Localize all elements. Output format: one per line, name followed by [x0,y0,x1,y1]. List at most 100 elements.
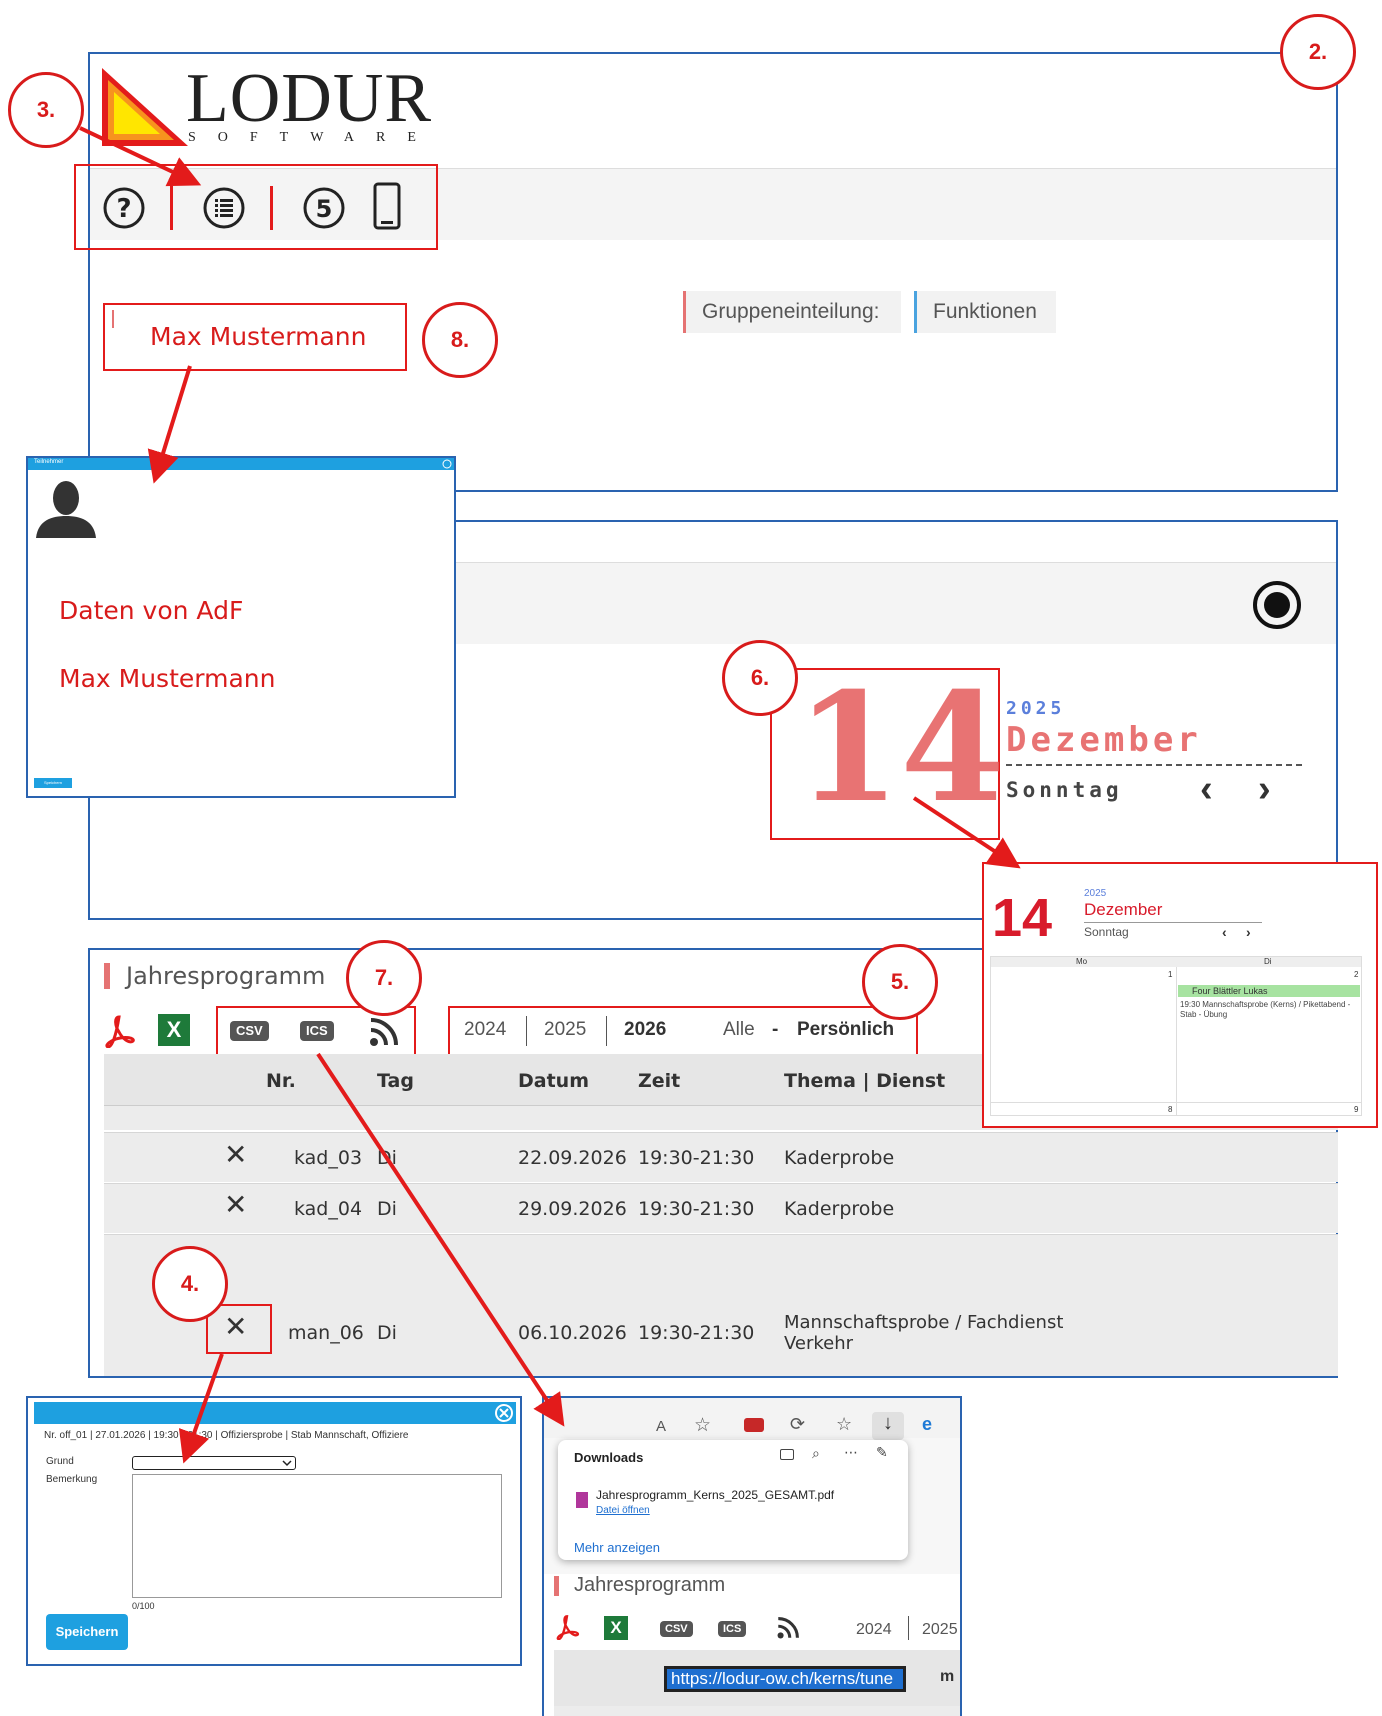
cal-col-di: Di [1264,957,1272,966]
excel-icon[interactable]: X [604,1616,628,1640]
cal-num: 9 [1354,1105,1359,1114]
close-icon[interactable]: ✕ [224,1138,247,1171]
help-icon[interactable]: ? [102,186,146,230]
mini-year[interactable]: 2025 [922,1621,960,1639]
calendar-next-button[interactable]: › [1258,768,1271,811]
popup-line2: Max Mustermann [59,664,276,693]
cal-event[interactable]: 19:30 Mannschaftsprobe (Kerns) / Piketta… [1180,1000,1356,1020]
annotation-3: 3. [8,72,84,148]
close-icon[interactable] [442,459,452,469]
excel-icon[interactable]: X [158,1014,190,1046]
col-nr: Nr. [266,1070,296,1092]
dialog-info: Nr. off_01 | 27.01.2026 | 19:30 - 21:30 … [44,1430,409,1441]
year-divider [526,1016,527,1046]
name-accent [112,310,114,328]
cal-num: 2 [1354,970,1359,979]
cal-grid-vline [1176,967,1177,1115]
row-zeit: 19:30-21:30 [638,1198,755,1220]
mini-year[interactable]: 2024 [856,1621,892,1639]
refresh-icon[interactable]: 5 [302,186,346,230]
svg-text:5: 5 [316,195,333,223]
year-2025[interactable]: 2025 [544,1019,586,1041]
read-aloud-icon[interactable]: A [656,1418,666,1435]
year-divider [908,1616,909,1640]
save-button[interactable]: Speichern [46,1614,128,1650]
close-icon[interactable]: ✕ [224,1188,247,1221]
cal-event-green[interactable]: Four Blättler Lukas [1178,985,1360,997]
year-2024[interactable]: 2024 [464,1019,506,1041]
title-accent [104,963,110,989]
cal-col-mo: Mo [1076,957,1088,966]
cal-num: 8 [1168,1105,1173,1114]
row-tag: Di [377,1322,397,1344]
more-downloads-link[interactable]: Mehr anzeigen [574,1540,660,1555]
calendar-day: 14 [796,660,1005,836]
popup-title: Teilnehmer [34,459,64,465]
annotation-8: 8. [422,302,498,378]
rss-icon[interactable] [776,1614,802,1640]
ics-icon[interactable]: ICS [300,1021,334,1041]
grund-select[interactable] [132,1456,296,1470]
search-icon[interactable]: ⌕ [812,1445,820,1462]
cal-grid-header [991,957,1361,967]
col-tag: Tag [377,1070,414,1092]
row-datum: 22.09.2026 [518,1147,627,1169]
filter-all[interactable]: Alle [723,1019,755,1041]
downloads-title: Downloads [574,1450,644,1465]
edge-icon[interactable]: e [922,1414,932,1435]
row-thema-2: Verkehr [784,1333,854,1354]
program-title: Jahresprogramm [126,962,326,990]
row-zeit: 19:30-21:30 [638,1322,755,1344]
download-filename[interactable]: Jahresprogramm_Kerns_2025_GESAMT.pdf [596,1488,834,1502]
year-2026[interactable]: 2026 [624,1019,666,1041]
collections-icon[interactable]: ☆ [836,1414,852,1435]
close-icon[interactable] [494,1403,514,1423]
col-zeit: Zeit [638,1070,681,1092]
toolbar-divider [270,186,273,230]
bemerkung-textarea[interactable] [132,1474,502,1598]
annotation-6: 6. [722,640,798,716]
csv-icon[interactable]: CSV [660,1621,693,1637]
pin-icon[interactable]: ✎ [876,1444,888,1461]
person-name[interactable]: Max Mustermann [150,322,366,351]
calendar-year: 2025 [1006,698,1066,719]
more-icon[interactable]: ⋯ [844,1444,858,1461]
row-thema: Mannschaftsprobe / Fachdienst [784,1312,1064,1333]
mini-row [554,1706,960,1716]
download-icon[interactable]: ↓ [872,1412,904,1440]
pdf-icon[interactable] [554,1614,580,1640]
row-nr: kad_03 [294,1147,363,1169]
csv-icon[interactable]: CSV [230,1021,269,1041]
logo-subtext: SOFTWARE [188,130,438,145]
popup-titlebar [28,458,454,470]
calendar-prev-button[interactable]: ‹ [1200,768,1213,811]
avatar [36,481,96,538]
svg-text:?: ? [116,194,131,224]
popup-save-button[interactable]: Speichern [34,778,72,788]
cal-popup-year: 2025 [1084,888,1107,899]
record-icon[interactable] [1252,580,1302,630]
cal-grid-hline [991,1102,1361,1103]
favorite-icon[interactable]: ☆ [694,1414,711,1437]
cal-popup-next-button[interactable]: › [1246,924,1251,940]
pdf-icon[interactable] [102,1014,136,1048]
calendar-divider [1006,764,1302,766]
filter-personal[interactable]: Persönlich [797,1019,894,1041]
rss-url[interactable]: https://lodur-ow.ch/kerns/tune [664,1666,906,1692]
mobile-icon[interactable] [372,182,402,230]
mini-program-title: Jahresprogramm [574,1574,726,1596]
tab-gruppeneinteilung[interactable]: Gruppeneinteilung: [683,291,901,333]
ics-icon[interactable]: ICS [718,1621,747,1637]
list-icon[interactable] [202,186,246,230]
filter-sep: - [772,1019,779,1040]
folder-icon[interactable] [780,1449,794,1460]
tab-funktionen[interactable]: Funktionen [914,291,1056,333]
row-tag: Di [377,1198,397,1220]
close-icon[interactable]: ✕ [224,1310,247,1343]
row-thema: Kaderprobe [784,1198,895,1220]
cal-popup-prev-button[interactable]: ‹ [1222,924,1227,940]
rss-icon[interactable] [368,1014,402,1048]
open-file-link[interactable]: Datei öffnen [596,1505,650,1516]
extension-icon[interactable] [744,1418,764,1432]
puzzle-icon[interactable]: ⟳ [790,1414,805,1435]
